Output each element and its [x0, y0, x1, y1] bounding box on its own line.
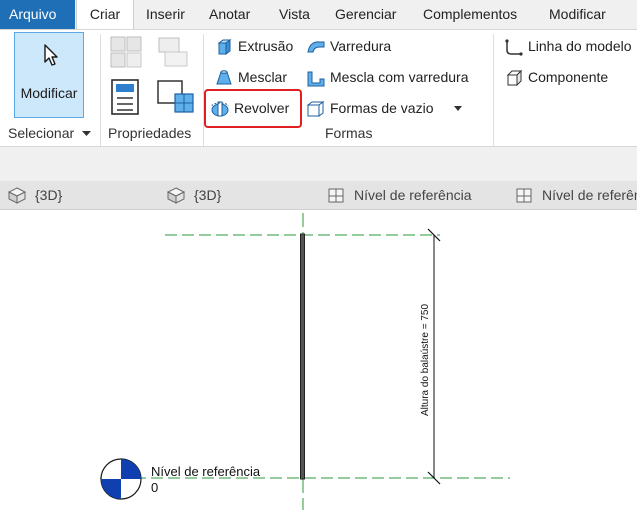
dimension-label: Altura do balaústre = 750	[420, 303, 431, 416]
level-name-label: Nível de referência	[151, 464, 261, 479]
modify-button[interactable]: Modificar	[14, 32, 84, 118]
family-category-icon[interactable]	[155, 34, 191, 70]
model-line-icon	[505, 39, 523, 56]
level-elevation-value: 0	[151, 480, 159, 495]
modify-label: Modificar	[20, 85, 78, 101]
family-types-blue-icon[interactable]	[155, 78, 197, 118]
level-marker-icon	[100, 458, 142, 500]
view-tab-bar: {3D} {3D} Nível de referência Nível de r…	[0, 181, 637, 210]
chevron-down-icon	[82, 131, 92, 137]
ribbon: Modificar Selecionar Propriedades Extrus…	[0, 29, 637, 147]
panel-forms-label: Formas	[325, 125, 373, 141]
elevation-view-icon	[516, 188, 532, 203]
blend-icon	[216, 70, 232, 85]
swept-blend-icon	[307, 71, 325, 87]
tab-arquivo[interactable]: Arquivo	[0, 0, 75, 29]
ribbon-tab-bar: Arquivo Criar Inserir Anotar Vista Geren…	[0, 0, 637, 30]
drawing-svg	[100, 213, 510, 510]
panel-divider	[100, 34, 101, 146]
baluster-profile	[300, 233, 305, 480]
tab-modificar[interactable]: Modificar	[540, 0, 615, 29]
options-bar	[0, 147, 637, 181]
cursor-arrow-icon	[44, 44, 58, 66]
sweep-icon	[307, 41, 325, 53]
3d-view-icon	[167, 187, 185, 204]
tab-gerenciar[interactable]: Gerenciar	[326, 0, 405, 29]
extrusion-icon	[217, 39, 232, 55]
dropdown-arrow-icon	[454, 106, 462, 111]
family-types-icon[interactable]	[108, 34, 144, 70]
revolve-highlight-box	[204, 89, 302, 128]
drawing-canvas[interactable]: Nível de referência 0 Altura do balaústr…	[0, 210, 637, 511]
elevation-view-icon	[328, 188, 344, 203]
3d-view-icon	[8, 187, 26, 204]
panel-properties-label: Propriedades	[108, 125, 192, 141]
panel-select-label[interactable]: Selecionar	[8, 125, 92, 141]
component-icon	[506, 69, 523, 87]
tab-complementos[interactable]: Complementos	[414, 0, 526, 29]
properties-icon[interactable]	[110, 78, 140, 116]
tab-criar[interactable]: Criar	[76, 0, 134, 30]
panel-divider	[493, 34, 494, 146]
void-form-icon	[306, 101, 325, 117]
tab-inserir[interactable]: Inserir	[137, 0, 194, 29]
tab-vista[interactable]: Vista	[270, 0, 319, 29]
tab-anotar[interactable]: Anotar	[200, 0, 259, 29]
